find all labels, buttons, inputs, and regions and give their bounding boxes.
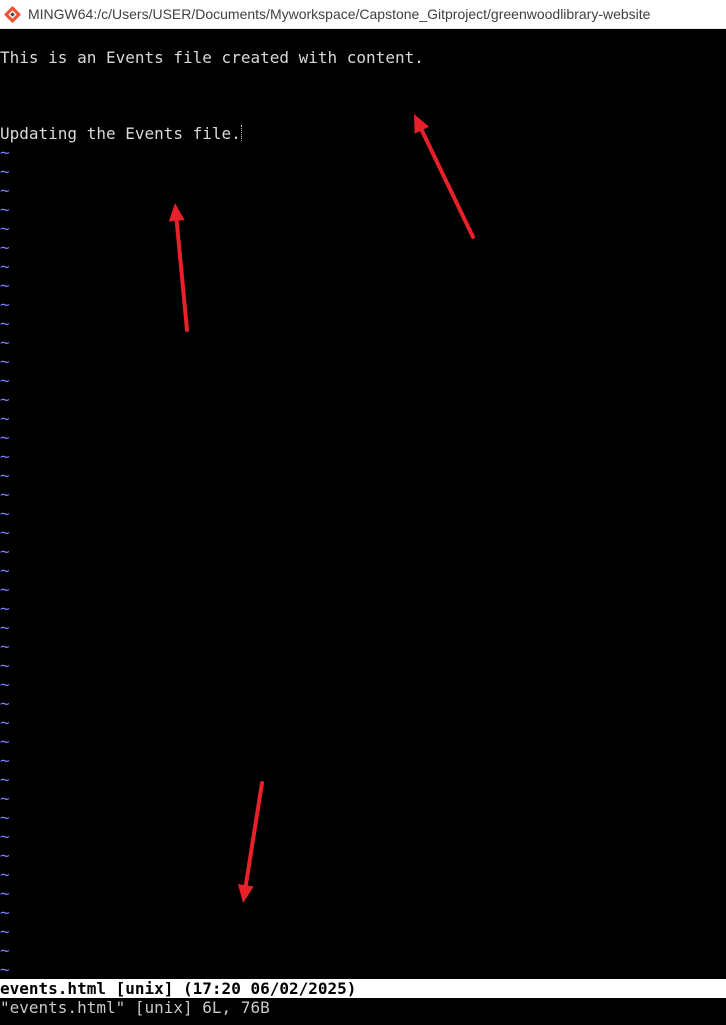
- empty-line-tilde: ~: [0, 903, 10, 922]
- empty-line-tilde: ~: [0, 789, 10, 808]
- empty-line-tilde: ~: [0, 599, 10, 618]
- window-title: MINGW64:/c/Users/USER/Documents/Myworksp…: [28, 6, 651, 22]
- empty-line-tilde: ~: [0, 333, 10, 352]
- file-status-line: events.html [unix] (17:20 06/02/2025): [0, 979, 726, 998]
- empty-line-tilde: ~: [0, 238, 10, 257]
- vim-editor-area[interactable]: This is an Events file created with cont…: [0, 29, 726, 979]
- empty-line-tilde: ~: [0, 580, 10, 599]
- empty-line-tilde: ~: [0, 162, 10, 181]
- empty-line-tilde: ~: [0, 181, 10, 200]
- empty-line-tilde: ~: [0, 770, 10, 789]
- empty-line-tilde: ~: [0, 257, 10, 276]
- empty-line-tilde: ~: [0, 390, 10, 409]
- editor-line-4-wrap: Updating the Events file.: [0, 124, 243, 143]
- empty-line-tilde: ~: [0, 751, 10, 770]
- command-message-line: "events.html" [unix] 6L, 76B: [0, 998, 726, 1017]
- empty-line-tilde: ~: [0, 656, 10, 675]
- empty-line-tilde: ~: [0, 523, 10, 542]
- empty-line-tilde: ~: [0, 295, 10, 314]
- empty-line-tilde: ~: [0, 808, 10, 827]
- empty-line-tilde: ~: [0, 827, 10, 846]
- editor-line-4: Updating the Events file.: [0, 124, 241, 143]
- empty-line-tilde: ~: [0, 922, 10, 941]
- empty-line-tilde: ~: [0, 219, 10, 238]
- empty-line-tilde: ~: [0, 884, 10, 903]
- empty-line-tilde: ~: [0, 276, 10, 295]
- window-titlebar[interactable]: MINGW64:/c/Users/USER/Documents/Myworksp…: [0, 0, 726, 29]
- empty-line-tilde: ~: [0, 485, 10, 504]
- empty-line-tilde: ~: [0, 447, 10, 466]
- git-bash-icon: [4, 5, 21, 23]
- empty-line-tilde: ~: [0, 428, 10, 447]
- empty-line-tilde: ~: [0, 846, 10, 865]
- empty-line-tilde: ~: [0, 143, 10, 162]
- editor-line-1: This is an Events file created with cont…: [0, 48, 424, 67]
- empty-line-tilde: ~: [0, 371, 10, 390]
- empty-line-tilde: ~: [0, 637, 10, 656]
- empty-line-tilde: ~: [0, 865, 10, 884]
- empty-line-tilde: ~: [0, 504, 10, 523]
- empty-line-tilde: ~: [0, 618, 10, 637]
- empty-line-tilde: ~: [0, 542, 10, 561]
- empty-line-tilde: ~: [0, 352, 10, 371]
- empty-line-tilde: ~: [0, 960, 10, 979]
- empty-line-tilde: ~: [0, 732, 10, 751]
- empty-line-tilde: ~: [0, 941, 10, 960]
- empty-line-tilde: ~: [0, 561, 10, 580]
- text-cursor: [240, 125, 243, 141]
- empty-line-tilde: ~: [0, 409, 10, 428]
- empty-line-tilde: ~: [0, 694, 10, 713]
- empty-line-tilde: ~: [0, 314, 10, 333]
- empty-line-tilde: ~: [0, 466, 10, 485]
- empty-line-tilde: ~: [0, 200, 10, 219]
- empty-line-tilde: ~: [0, 675, 10, 694]
- empty-line-tilde: ~: [0, 713, 10, 732]
